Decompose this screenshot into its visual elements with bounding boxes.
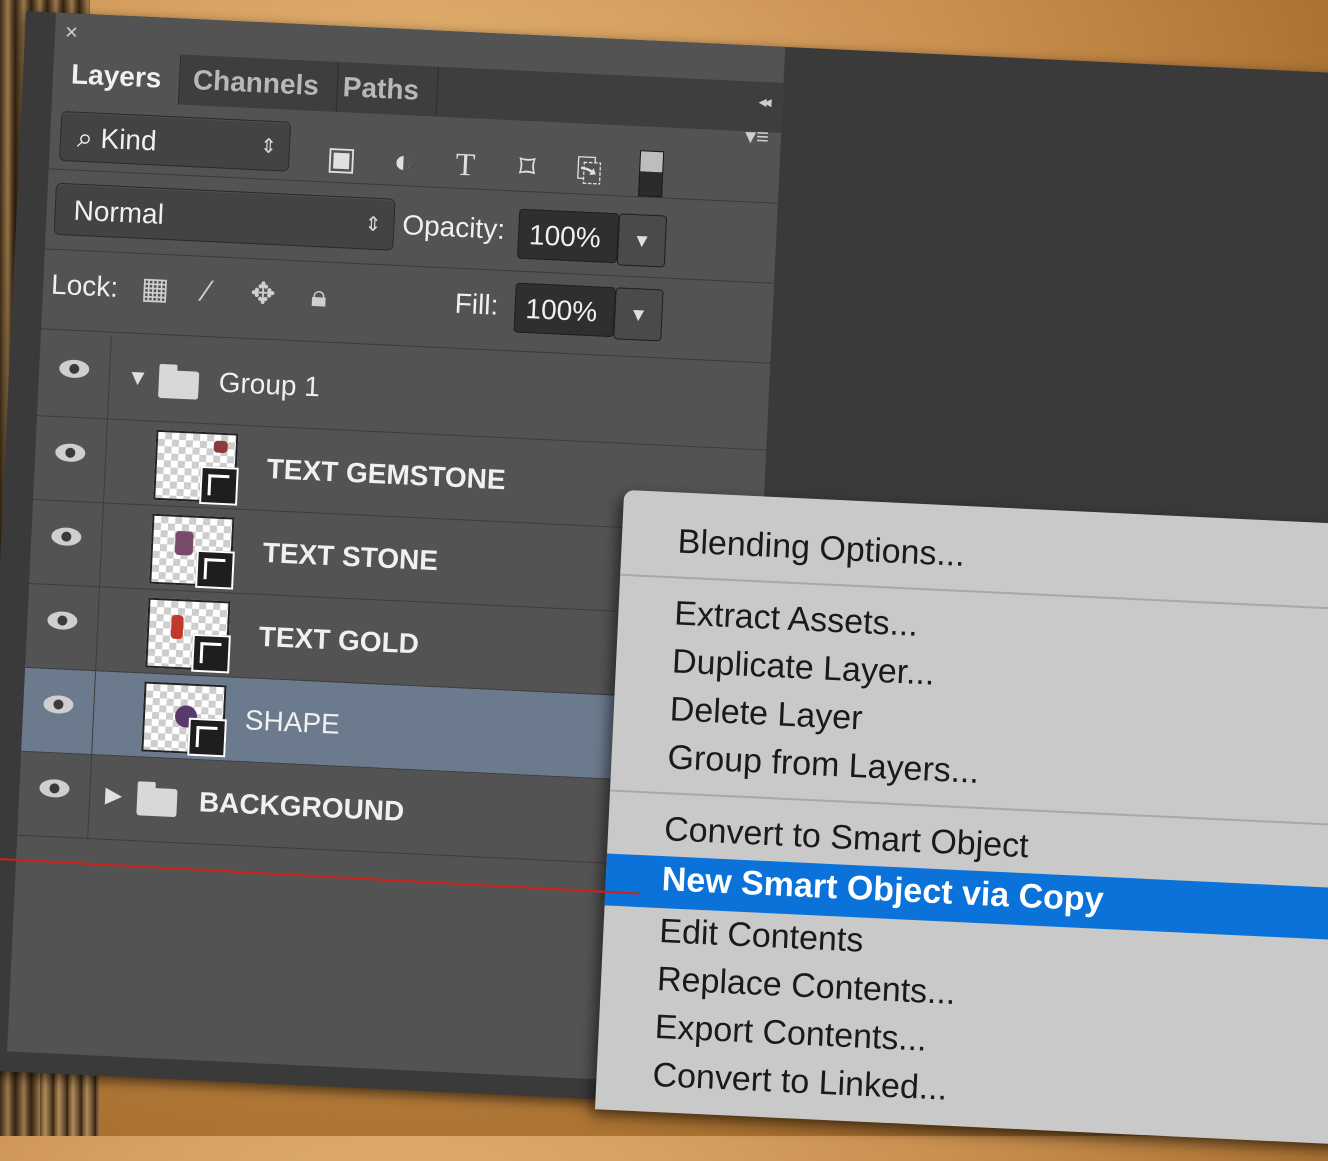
- menu-item-extract-assets[interactable]: Extract Assets...: [673, 594, 919, 644]
- visibility-toggle[interactable]: [37, 332, 112, 420]
- eye-icon: [46, 610, 78, 631]
- eye-icon: [54, 443, 86, 463]
- layer-name: TEXT STONE: [262, 536, 439, 577]
- layer-thumbnail: [145, 597, 231, 674]
- fill-dropdown-icon[interactable]: ▾: [613, 287, 664, 342]
- filter-toggle[interactable]: [638, 150, 665, 198]
- layer-name: TEXT GEMSTONE: [266, 453, 507, 496]
- smart-object-badge-icon: [191, 633, 231, 674]
- layer-name: BACKGROUND: [198, 786, 405, 827]
- select-arrows-icon: ⇕: [364, 213, 382, 237]
- menu-item-group-from-layers[interactable]: Group from Layers...: [667, 738, 980, 792]
- blend-mode-select[interactable]: Normal ⇕: [53, 182, 396, 251]
- kind-filter-label: ⌕ Kind: [76, 121, 158, 157]
- lock-label: Lock:: [50, 268, 119, 303]
- folder-icon: [136, 787, 178, 818]
- kind-filter-select[interactable]: ⌕ Kind ⇕: [59, 110, 292, 172]
- type-filter-icon[interactable]: T: [444, 143, 486, 185]
- tab-paths[interactable]: Paths: [323, 61, 440, 117]
- collapse-icon[interactable]: ◂◂: [758, 92, 769, 112]
- lock-brush-icon[interactable]: ⁄: [186, 271, 228, 313]
- visibility-toggle[interactable]: [17, 751, 93, 840]
- layer-name: TEXT GOLD: [258, 620, 420, 660]
- menu-item-replace-contents[interactable]: Replace Contents...: [656, 960, 956, 1013]
- adjustment-filter-icon[interactable]: ◐: [383, 140, 425, 182]
- layer-thumbnail: [149, 513, 235, 590]
- close-icon[interactable]: ×: [65, 19, 79, 46]
- collapse-triangle-icon[interactable]: ▶: [105, 782, 123, 809]
- folder-icon: [157, 369, 200, 400]
- menu-item-export-contents[interactable]: Export Contents...: [654, 1008, 928, 1060]
- screenshot-tilted: × Layers Channels Paths ◂◂ ▾≡ ⌕ Kind ⇕ ▣…: [0, 11, 1328, 1159]
- tab-channels[interactable]: Channels: [173, 54, 340, 112]
- opacity-label: Opacity:: [401, 209, 506, 245]
- visibility-toggle[interactable]: [21, 667, 97, 756]
- image-filter-icon[interactable]: ▣: [321, 137, 363, 179]
- fill-label: Fill:: [454, 287, 500, 321]
- layer-thumbnail: [141, 681, 227, 758]
- eye-icon: [43, 694, 74, 715]
- tab-layers[interactable]: Layers: [51, 48, 182, 105]
- smart-object-badge-icon: [195, 549, 235, 590]
- smart-object-filter-icon[interactable]: ⎘: [568, 149, 610, 191]
- menu-item-edit-contents[interactable]: Edit Contents: [658, 912, 865, 961]
- menu-item-convert-to-linked[interactable]: Convert to Linked...: [652, 1056, 948, 1109]
- lock-move-icon[interactable]: ✥: [242, 274, 284, 316]
- layer-thumbnail: [153, 429, 239, 506]
- select-arrows-icon: ⇕: [259, 135, 278, 159]
- fill-input[interactable]: 100%: [513, 282, 616, 338]
- smart-object-badge-icon: [199, 465, 239, 506]
- lock-transparent-icon[interactable]: ▦: [134, 269, 176, 311]
- context-menu: Blending Options... Extract Assets... Du…: [594, 489, 1328, 1147]
- eye-icon: [50, 526, 82, 547]
- visibility-toggle[interactable]: [29, 500, 104, 588]
- lock-all-icon[interactable]: 🔒︎: [298, 276, 340, 318]
- menu-item-delete-layer[interactable]: Delete Layer: [669, 690, 863, 738]
- expand-triangle-icon[interactable]: ▼: [126, 364, 149, 391]
- eye-icon: [58, 359, 90, 379]
- menu-item-blending-options[interactable]: Blending Options...: [677, 522, 966, 574]
- eye-icon: [39, 778, 70, 799]
- visibility-toggle[interactable]: [33, 416, 108, 504]
- smart-object-badge-icon: [187, 717, 227, 758]
- blend-mode-value: Normal: [73, 194, 165, 230]
- layer-name: SHAPE: [244, 704, 341, 740]
- visibility-toggle[interactable]: [25, 583, 101, 672]
- shape-filter-icon[interactable]: ⌑: [506, 146, 548, 188]
- menu-item-duplicate-layer[interactable]: Duplicate Layer...: [671, 642, 935, 693]
- opacity-input[interactable]: 100%: [516, 208, 620, 264]
- layer-name: Group 1: [218, 366, 321, 403]
- opacity-dropdown-icon[interactable]: ▾: [616, 213, 668, 268]
